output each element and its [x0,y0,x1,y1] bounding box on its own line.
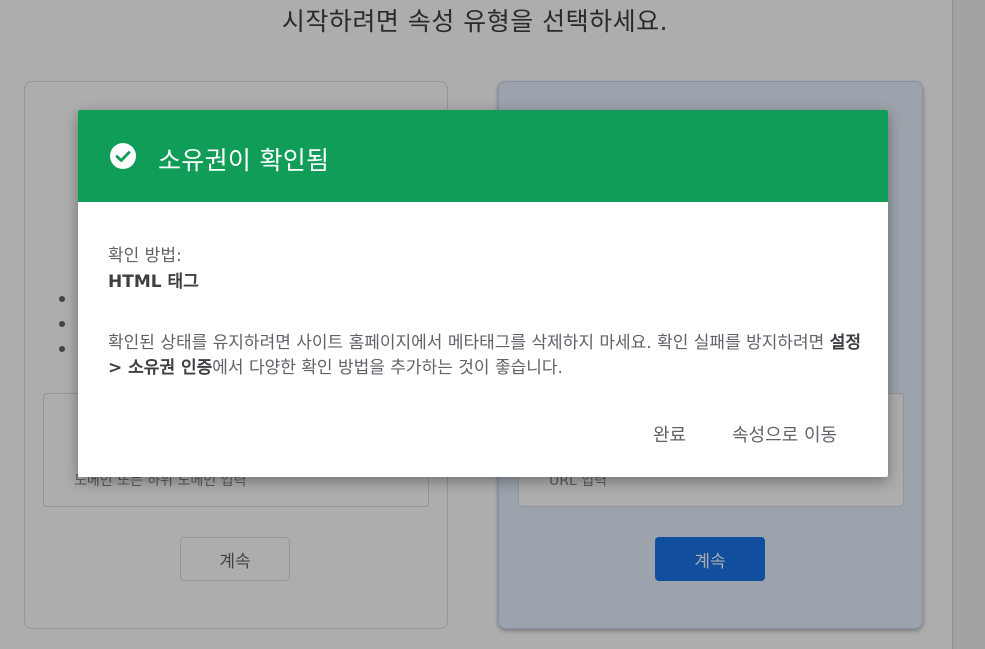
verification-method-label: 확인 방법: [108,246,182,266]
go-to-property-button[interactable]: 속성으로 이동 [732,421,837,447]
check-circle-icon [110,143,136,169]
dialog-header: 소유권이 확인됨 [78,110,888,202]
description-text: 확인된 상태를 유지하려면 사이트 홈페이지에서 메타태그를 삭제하지 마세요.… [108,333,830,353]
ownership-verified-dialog: 소유권이 확인됨 확인 방법: HTML 태그 확인된 상태를 유지하려면 사이… [78,110,888,477]
description-text-end: 에서 다양한 확인 방법을 추가하는 것이 좋습니다. [212,358,563,378]
dialog-description: 확인된 상태를 유지하려면 사이트 홈페이지에서 메타태그를 삭제하지 마세요.… [108,331,868,381]
done-button[interactable]: 완료 [653,421,686,447]
dialog-title: 소유권이 확인됨 [158,146,330,175]
verification-method-value: HTML 태그 [108,272,199,292]
